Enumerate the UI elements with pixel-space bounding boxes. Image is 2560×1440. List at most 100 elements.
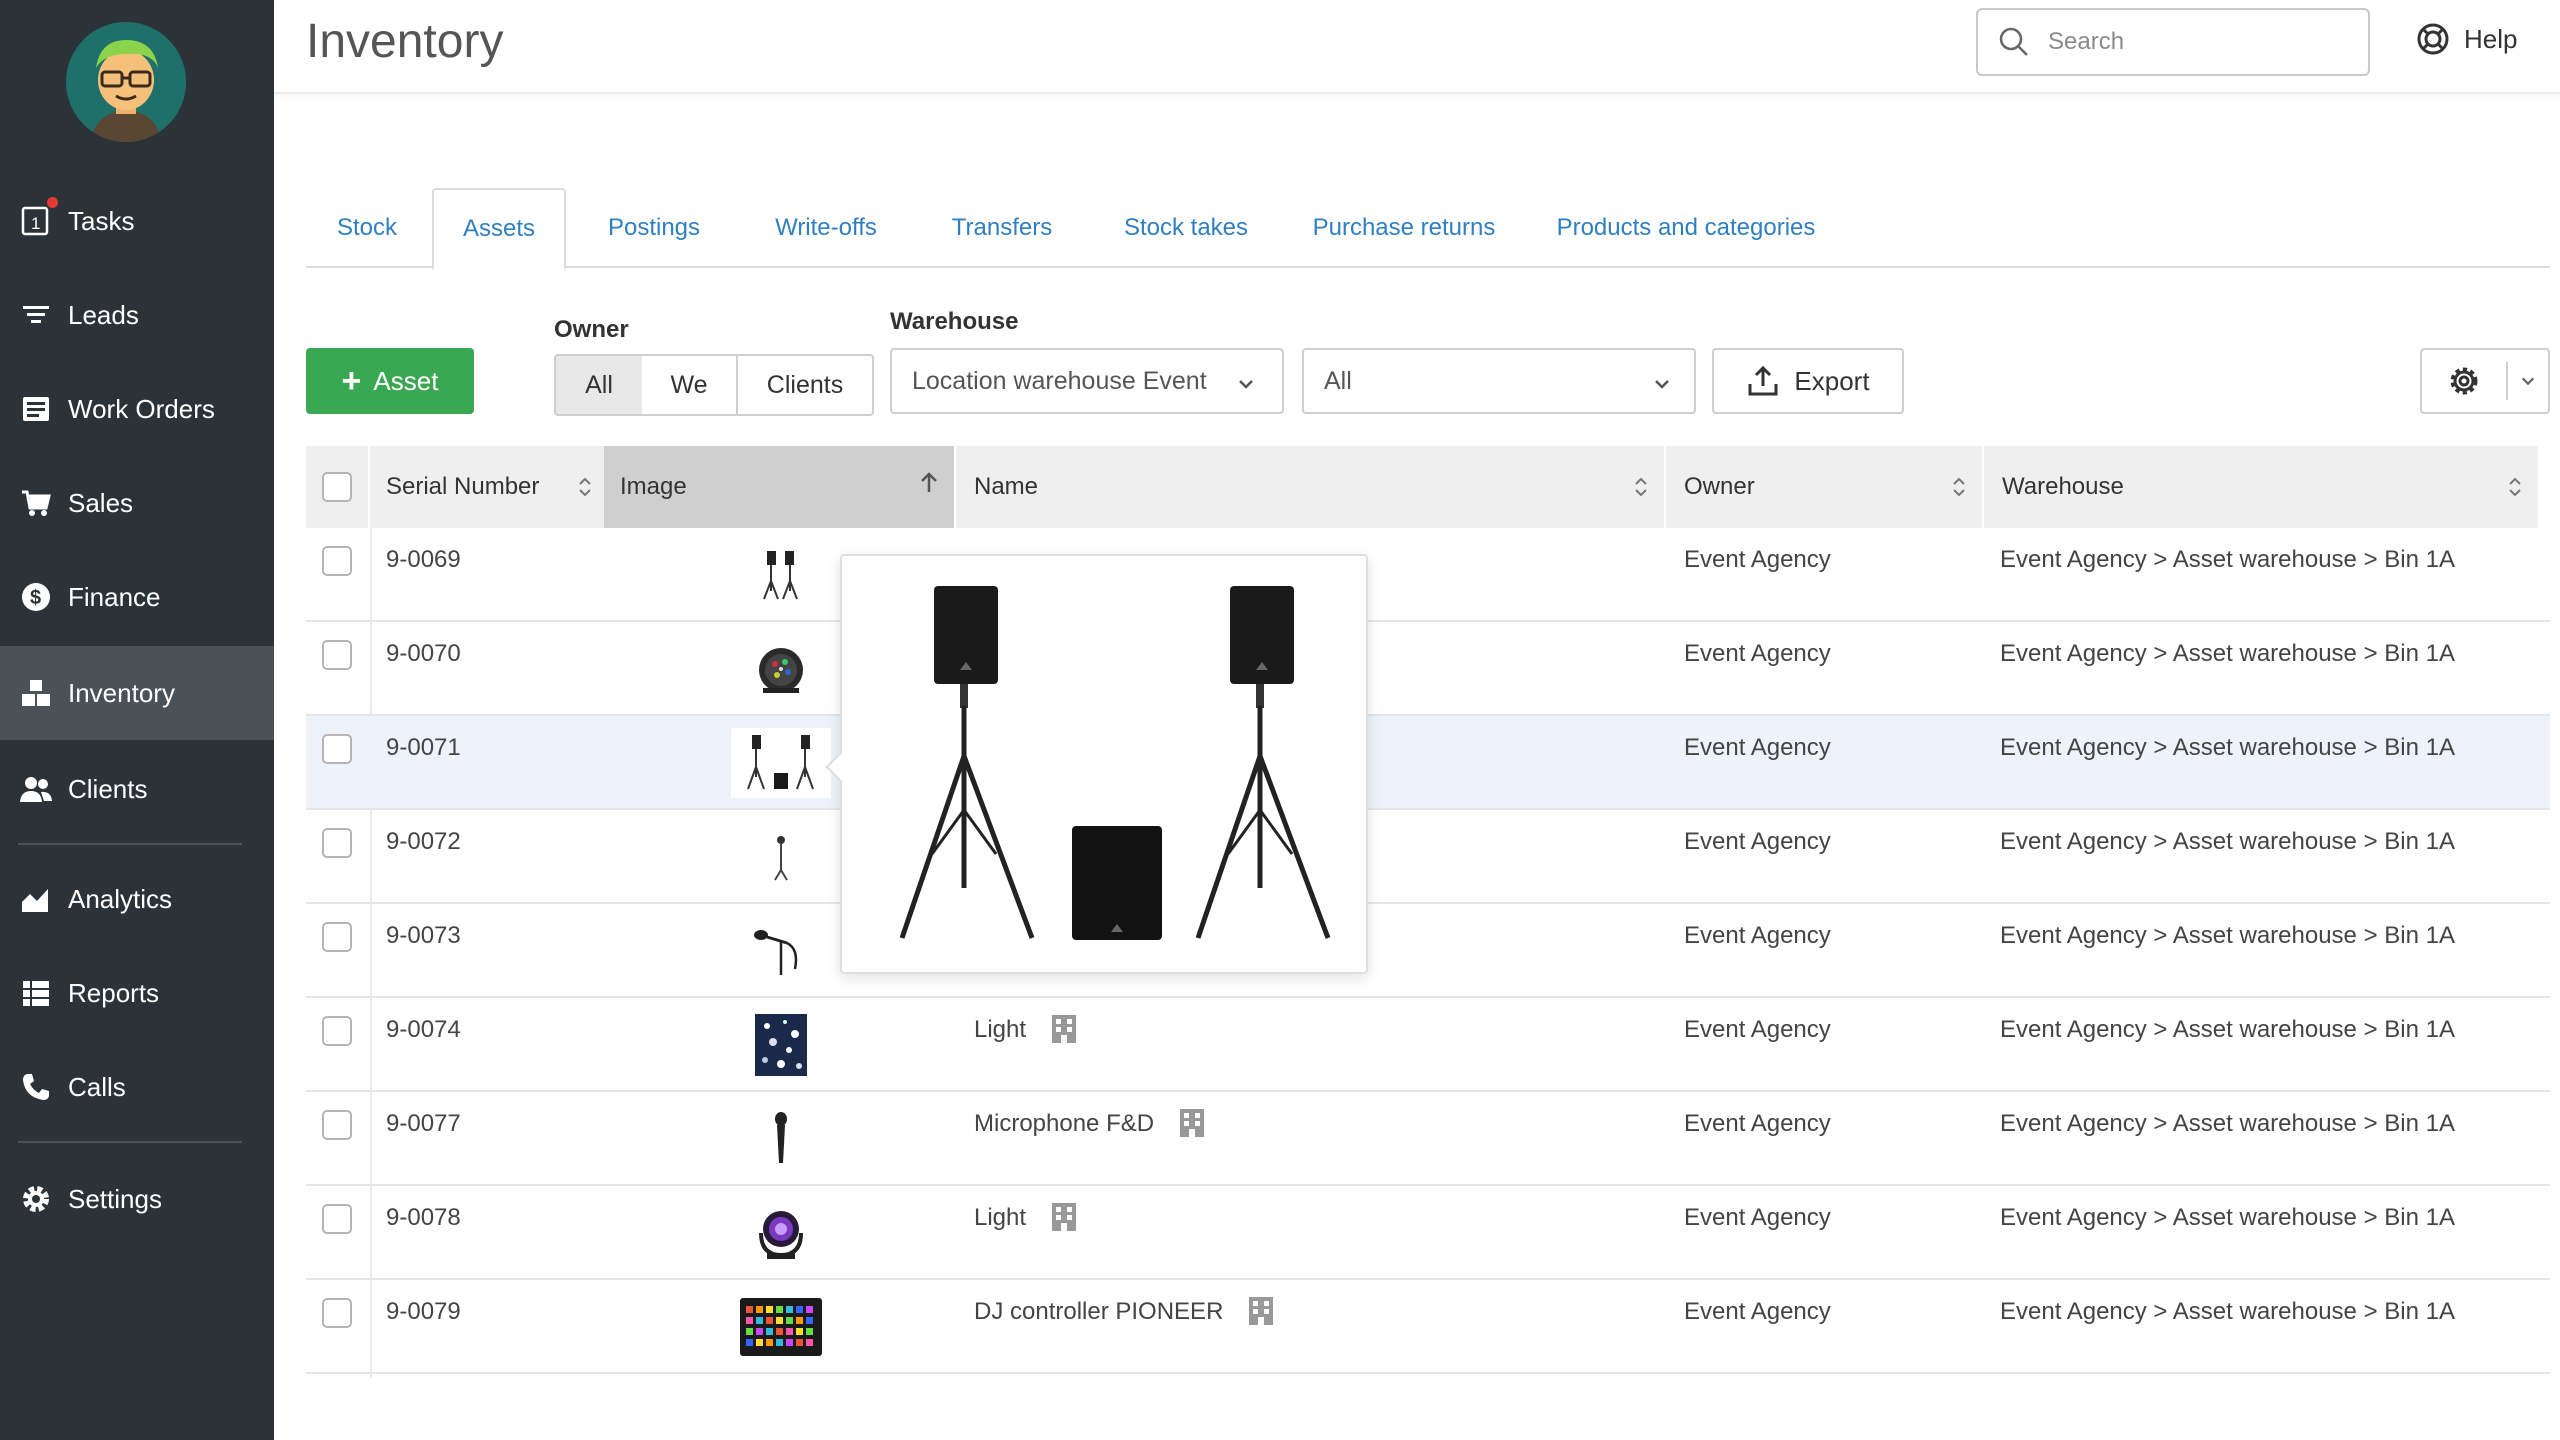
table-settings-button[interactable]	[2420, 348, 2550, 414]
owner-filter-all[interactable]: All	[554, 354, 644, 416]
row-checkbox[interactable]	[322, 922, 352, 952]
chevron-down-icon	[1652, 372, 1672, 401]
row-checkbox[interactable]	[322, 828, 352, 858]
column-name[interactable]: Name	[958, 446, 1666, 528]
column-warehouse[interactable]: Warehouse	[1986, 446, 2538, 528]
serial-number-cell: 9-0072	[386, 828, 461, 855]
tab-transfers[interactable]: Transfers	[914, 188, 1090, 268]
tab-assets[interactable]: Assets	[432, 188, 566, 270]
sidebar-item-clients[interactable]: Clients	[0, 742, 274, 836]
asset-name: Microphone F&D	[974, 1110, 1155, 1137]
owner-filter-we[interactable]: We	[642, 354, 738, 416]
cart-icon	[18, 485, 54, 521]
row-checkbox-cell	[306, 1092, 368, 1186]
table-row[interactable]: 9-0072 Event Agency Event Agency > Asset…	[306, 810, 2550, 904]
name-cell[interactable]: Light	[974, 1186, 1078, 1280]
search-box[interactable]	[1976, 8, 2370, 76]
row-checkbox-cell	[306, 1186, 368, 1280]
export-button[interactable]: Export	[1712, 348, 1904, 414]
par-light-thumb[interactable]	[731, 634, 831, 704]
row-checkbox[interactable]	[322, 734, 352, 764]
sort-icon	[1952, 476, 1966, 505]
column-image[interactable]: Image	[604, 446, 956, 528]
page-title: Inventory	[306, 15, 504, 68]
help-link[interactable]: Help	[2416, 22, 2517, 56]
mic-stand-thumb[interactable]	[731, 916, 831, 986]
sidebar-item-reports[interactable]: Reports	[0, 946, 274, 1040]
column-label: Image	[620, 473, 687, 500]
name-cell[interactable]: Microphone F&D	[974, 1092, 1206, 1186]
export-label: Export	[1794, 365, 1870, 396]
warehouse-select[interactable]: Location warehouse Event	[890, 348, 1284, 414]
add-asset-button[interactable]: + Asset	[306, 348, 474, 414]
name-cell[interactable]: DJ controller PIONEER	[974, 1280, 1275, 1374]
sidebar-item-leads[interactable]: Leads	[0, 268, 274, 362]
tab-purchase-returns[interactable]: Purchase returns	[1282, 188, 1526, 268]
microphone-thumb[interactable]	[731, 1104, 831, 1174]
pa-system-thumb[interactable]	[731, 728, 831, 798]
tab-products-and-categories[interactable]: Products and categories	[1526, 188, 1846, 268]
tab-write-offs[interactable]: Write-offs	[738, 188, 914, 268]
column-serial-number[interactable]: Serial Number	[370, 446, 610, 528]
tab-stock[interactable]: Stock	[306, 188, 428, 268]
table-row[interactable]: 9-0069 Event Agency Event Agency > Asset…	[306, 528, 2550, 622]
warehouse-cell: Event Agency > Asset warehouse > Bin 1A	[2000, 1204, 2455, 1231]
notification-dot	[47, 197, 58, 208]
moving-head-thumb[interactable]	[731, 1198, 831, 1268]
row-checkbox-cell	[306, 904, 368, 998]
sidebar-item-label: Inventory	[68, 677, 175, 708]
row-checkbox[interactable]	[322, 1016, 352, 1046]
sidebar-divider	[18, 1141, 242, 1143]
tab-stock-takes[interactable]: Stock takes	[1090, 188, 1282, 268]
sidebar-item-finance[interactable]: $ Finance	[0, 550, 274, 644]
chevron-down-icon[interactable]	[2508, 372, 2548, 390]
bin-select-value: All	[1324, 366, 1352, 395]
warehouse-cell: Event Agency > Asset warehouse > Bin 1A	[2000, 640, 2455, 667]
building-icon	[1050, 1014, 1078, 1044]
table-row[interactable]: 9-0074 Light Event Agency Event Agency >…	[306, 998, 2550, 1092]
warehouse-cell: Event Agency > Asset warehouse > Bin 1A	[2000, 922, 2455, 949]
table-row[interactable]: 9-0073 Event Agency Event Agency > Asset…	[306, 904, 2550, 998]
row-checkbox[interactable]	[322, 1298, 352, 1328]
tab-postings[interactable]: Postings	[570, 188, 738, 268]
table-row[interactable]: 9-0070 Event Agency Event Agency > Asset…	[306, 622, 2550, 716]
gear-icon[interactable]	[2422, 362, 2508, 400]
name-cell[interactable]: Light	[974, 998, 1078, 1092]
table-row[interactable]: 9-0079 DJ controller PIONEER Event Agenc…	[306, 1280, 2550, 1374]
owner-filter-clients[interactable]: Clients	[736, 354, 874, 416]
light-effect-thumb[interactable]	[731, 1010, 831, 1080]
sidebar-item-label: Work Orders	[68, 393, 215, 424]
sidebar-item-calls[interactable]: Calls	[0, 1040, 274, 1134]
sidebar-item-analytics[interactable]: Analytics	[0, 852, 274, 946]
upload-icon	[1746, 364, 1780, 398]
table-row[interactable]: 9-0077 Microphone F&D Event Agency Event…	[306, 1092, 2550, 1186]
row-checkbox[interactable]	[322, 1110, 352, 1140]
sidebar-item-work-orders[interactable]: Work Orders	[0, 362, 274, 456]
search-input[interactable]	[2048, 28, 2348, 56]
select-all-checkbox[interactable]	[322, 472, 352, 502]
arrow-up-icon	[920, 470, 938, 503]
dj-controller-thumb[interactable]	[731, 1292, 831, 1362]
stand-thumb[interactable]	[731, 822, 831, 892]
sidebar-divider	[18, 843, 242, 845]
row-checkbox[interactable]	[322, 546, 352, 576]
select-all-cell	[306, 446, 370, 528]
warehouse-cell: Event Agency > Asset warehouse > Bin 1A	[2000, 1298, 2455, 1325]
column-owner[interactable]: Owner	[1668, 446, 1984, 528]
sidebar-item-settings[interactable]: Settings	[0, 1152, 274, 1246]
image-preview-popover	[825, 554, 1368, 974]
sidebar-item-inventory[interactable]: Inventory	[0, 646, 274, 740]
speaker-stands-thumb[interactable]	[731, 540, 831, 610]
avatar[interactable]	[66, 22, 186, 142]
row-checkbox[interactable]	[322, 1204, 352, 1234]
column-label: Warehouse	[2002, 473, 2124, 500]
tasks-icon: 1	[18, 197, 58, 239]
sidebar-item-sales[interactable]: Sales	[0, 456, 274, 550]
sidebar-item-tasks[interactable]: 1 Tasks	[0, 174, 274, 268]
table-row[interactable]: 9-0078 Light Event Agency Event Agency >…	[306, 1186, 2550, 1280]
bin-select[interactable]: All	[1302, 348, 1696, 414]
row-checkbox[interactable]	[322, 640, 352, 670]
owner-cell: Event Agency	[1684, 1298, 1831, 1325]
serial-number-cell: 9-0079	[386, 1298, 461, 1325]
table-row[interactable]: 9-0071 Event Agency Event Agency > Asset…	[306, 716, 2550, 810]
